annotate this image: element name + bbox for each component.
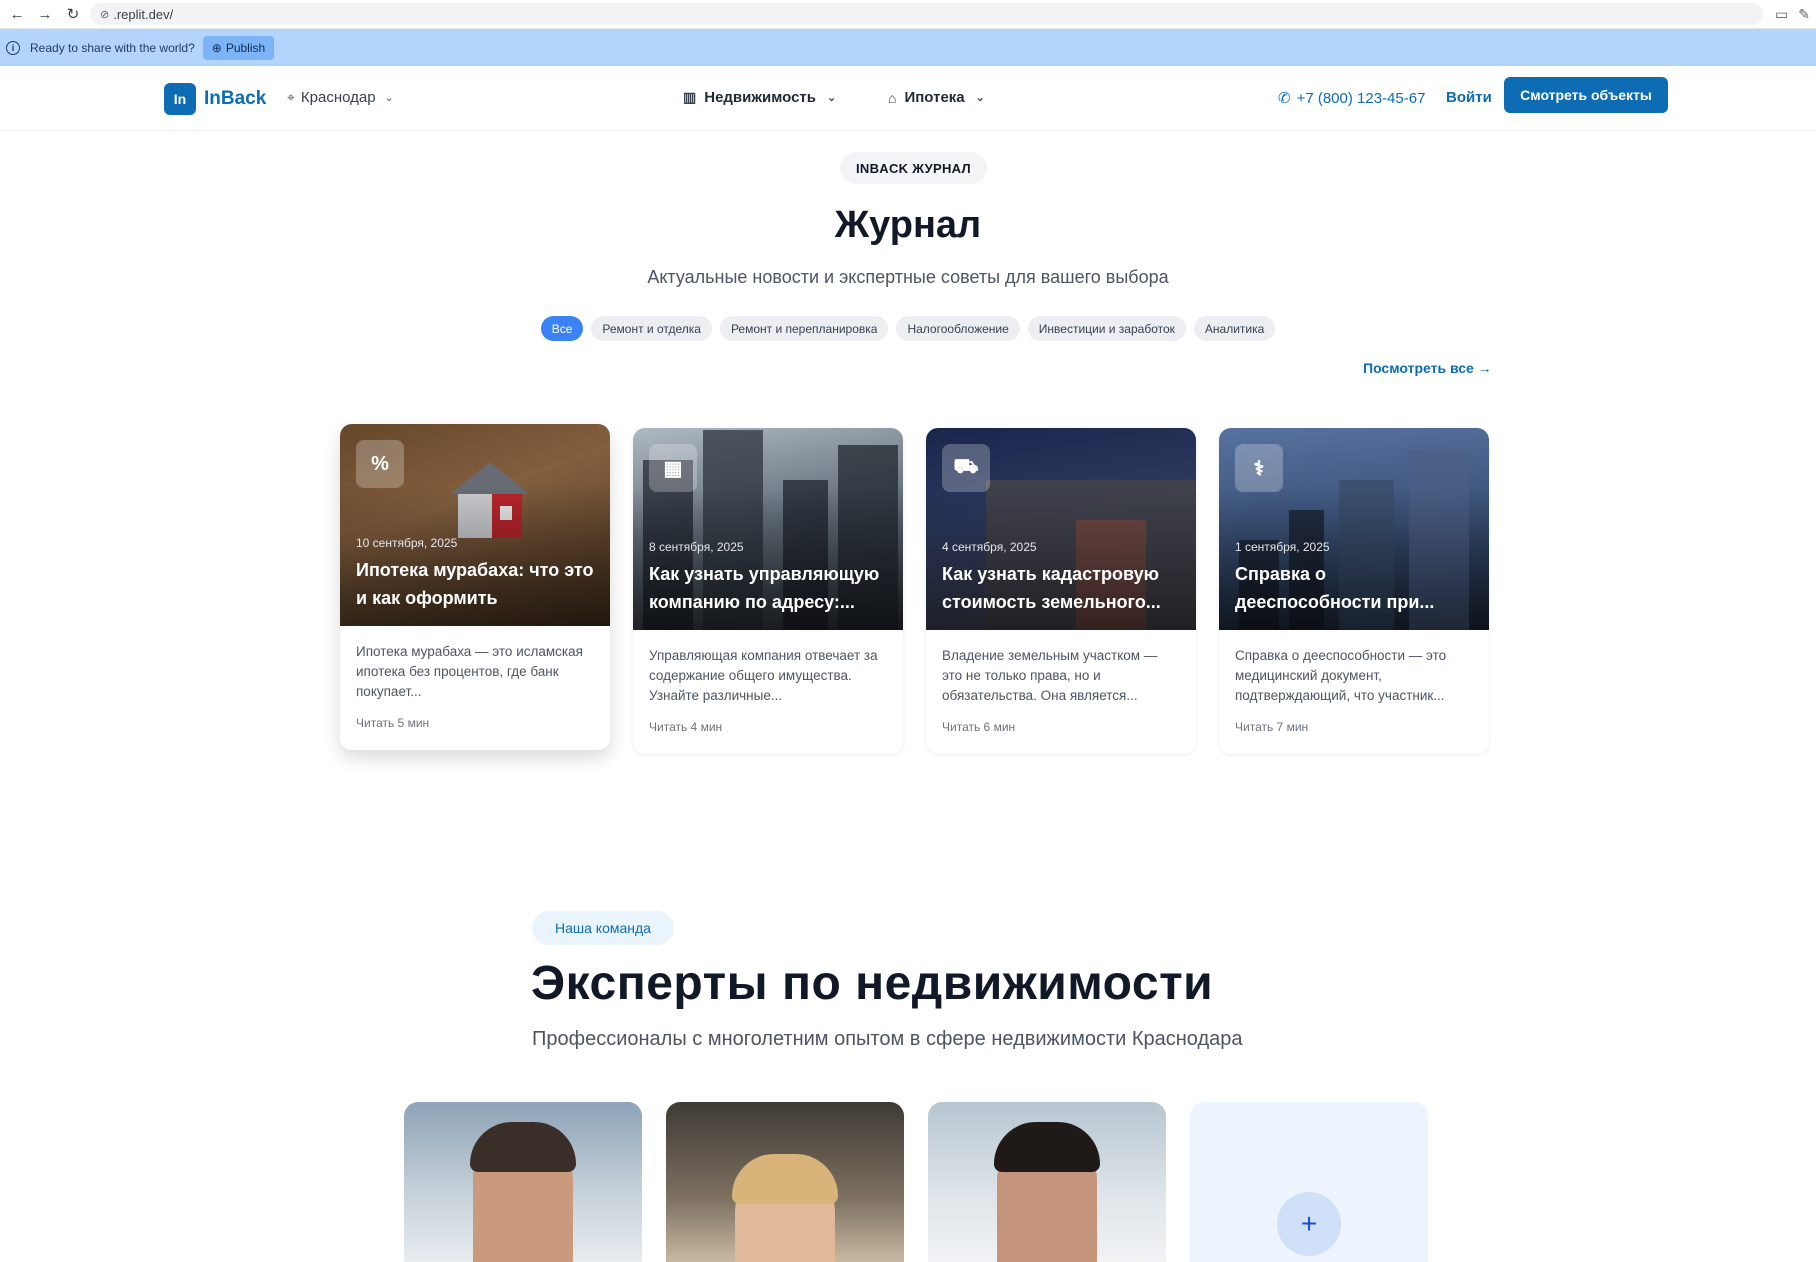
menu-realty-label: Недвижимость: [704, 89, 817, 106]
publish-button[interactable]: ⊕ Publish: [202, 35, 275, 60]
menu-realty[interactable]: ▥ Недвижимость ⌄: [683, 89, 836, 106]
article-card[interactable]: ▦ 8 сентября, 2025 Как узнать управляющу…: [633, 428, 903, 754]
filter-taxation[interactable]: Налогообложение: [896, 316, 1020, 341]
article-cards: % 10 сентября, 2025 Ипотека мурабаха: чт…: [340, 424, 1489, 754]
team-title: Эксперты по недвижимости: [531, 957, 1214, 1010]
article-date: 4 сентября, 2025: [942, 540, 1037, 554]
article-excerpt: Ипотека мурабаха — это исламская ипотека…: [356, 644, 583, 699]
site-header: In InBack ⌖ Краснодар ⌄ ▥ Недвижимость ⌄…: [0, 66, 1816, 131]
category-filters: Все Ремонт и отделка Ремонт и перепланир…: [0, 316, 1816, 341]
article-image: ⛟ 4 сентября, 2025 Как узнать кадастрову…: [926, 428, 1196, 630]
menu-mortgage[interactable]: ⌂ Ипотека ⌄: [888, 89, 985, 106]
home-icon: ⌂: [888, 89, 897, 106]
forward-icon[interactable]: →: [34, 3, 56, 25]
filter-replanning[interactable]: Ремонт и перепланировка: [719, 316, 889, 341]
plus-icon[interactable]: +: [1277, 1192, 1341, 1256]
url-text: .replit.dev/: [113, 6, 174, 22]
expert-cards: +: [404, 1102, 1428, 1262]
article-title[interactable]: Как узнать управляющую компанию по адрес…: [649, 560, 889, 616]
logo-mark: In: [164, 83, 196, 115]
article-read-time: Читать 7 мин: [1235, 720, 1309, 734]
reload-icon[interactable]: ↻: [62, 3, 84, 25]
journal-title: Журнал: [834, 204, 982, 246]
article-image: ▦ 8 сентября, 2025 Как узнать управляющу…: [633, 428, 903, 630]
browser-toolbar: ← → ↻ ⊘ .replit.dev/ ▭ ✎: [0, 0, 1816, 29]
chevron-down-icon: ⌄: [975, 92, 985, 104]
publish-message: Ready to share with the world?: [30, 40, 195, 55]
team-subtitle: Профессионалы с многолетним опытом в сфе…: [532, 1028, 1243, 1050]
article-excerpt: Владение земельным участком — это не тол…: [942, 648, 1158, 703]
publish-banner: i Ready to share with the world? ⊕ Publi…: [0, 29, 1816, 66]
article-date: 1 сентября, 2025: [1235, 540, 1330, 554]
logo[interactable]: In InBack: [164, 83, 266, 115]
building-icon: ▦: [649, 444, 697, 492]
phone-icon: ✆: [1278, 90, 1291, 107]
article-card[interactable]: ⛟ 4 сентября, 2025 Как узнать кадастрову…: [926, 428, 1196, 754]
journal-badge: INBACK ЖУРНАЛ: [840, 152, 987, 184]
article-image: % 10 сентября, 2025 Ипотека мурабаха: чт…: [340, 424, 610, 626]
article-excerpt: Справка о дееспособности — это медицинск…: [1235, 648, 1447, 703]
article-read-time: Читать 5 мин: [356, 716, 430, 730]
expert-photo[interactable]: [404, 1102, 642, 1262]
site-info-icon[interactable]: ⊘: [100, 8, 109, 21]
building-icon: ▥: [683, 89, 697, 105]
expert-photo[interactable]: [928, 1102, 1166, 1262]
filter-investments[interactable]: Инвестиции и заработок: [1027, 316, 1186, 341]
chevron-down-icon: ⌄: [384, 92, 394, 104]
logo-text: InBack: [204, 88, 267, 109]
map-pin-icon: ⌖: [287, 89, 295, 105]
article-card[interactable]: ⚕ 1 сентября, 2025 Справка о дееспособно…: [1219, 428, 1489, 754]
expert-hair: [470, 1122, 576, 1172]
article-title[interactable]: Как узнать кадастровую стоимость земельн…: [942, 560, 1182, 616]
city-selector[interactable]: ⌖ Краснодар ⌄: [287, 89, 394, 106]
expert-hair: [994, 1122, 1100, 1172]
menu-mortgage-label: Ипотека: [904, 89, 965, 106]
tractor-icon: ⛟: [942, 444, 990, 492]
article-date: 8 сентября, 2025: [649, 540, 744, 554]
article-date: 10 сентября, 2025: [356, 536, 458, 550]
percent-icon: %: [356, 440, 404, 488]
view-objects-button[interactable]: Смотреть объекты: [1504, 77, 1668, 113]
filter-renovation[interactable]: Ремонт и отделка: [591, 316, 712, 341]
filter-analytics[interactable]: Аналитика: [1193, 316, 1276, 341]
article-excerpt: Управляющая компания отвечает за содержа…: [649, 648, 878, 703]
cast-icon[interactable]: ▭: [1775, 6, 1788, 23]
filter-all[interactable]: Все: [540, 316, 584, 341]
article-read-time: Читать 6 мин: [942, 720, 1016, 734]
back-icon[interactable]: ←: [6, 3, 28, 25]
article-image: ⚕ 1 сентября, 2025 Справка о дееспособно…: [1219, 428, 1489, 630]
team-badge: Наша команда: [532, 911, 674, 945]
city-label: Краснодар: [300, 89, 376, 106]
journal-subtitle: Актуальные новости и экспертные советы д…: [647, 267, 1169, 287]
login-link[interactable]: Войти: [1446, 89, 1492, 106]
info-icon: i: [6, 40, 20, 55]
phone-number: +7 (800) 123-45-67: [1296, 89, 1426, 107]
expert-hair: [732, 1154, 838, 1204]
add-expert-card[interactable]: +: [1190, 1102, 1428, 1262]
article-card[interactable]: % 10 сентября, 2025 Ипотека мурабаха: чт…: [340, 424, 610, 750]
chevron-down-icon: ⌄: [827, 92, 837, 104]
expert-photo[interactable]: [666, 1102, 904, 1262]
stethoscope-icon: ⚕: [1235, 444, 1283, 492]
publish-button-label: Publish: [225, 40, 266, 55]
article-title[interactable]: Ипотека мурабаха: что это и как оформить: [356, 556, 596, 612]
address-bar[interactable]: ⊘ .replit.dev/: [90, 3, 1764, 25]
globe-icon: ⊕: [211, 40, 222, 55]
phone-link[interactable]: ✆ +7 (800) 123-45-67: [1278, 89, 1426, 108]
article-title[interactable]: Справка о дееспособности при...: [1235, 560, 1475, 616]
extension-icon[interactable]: ✎: [1798, 6, 1810, 23]
view-all-link[interactable]: Посмотреть все →: [1363, 360, 1492, 376]
article-read-time: Читать 4 мин: [649, 720, 723, 734]
